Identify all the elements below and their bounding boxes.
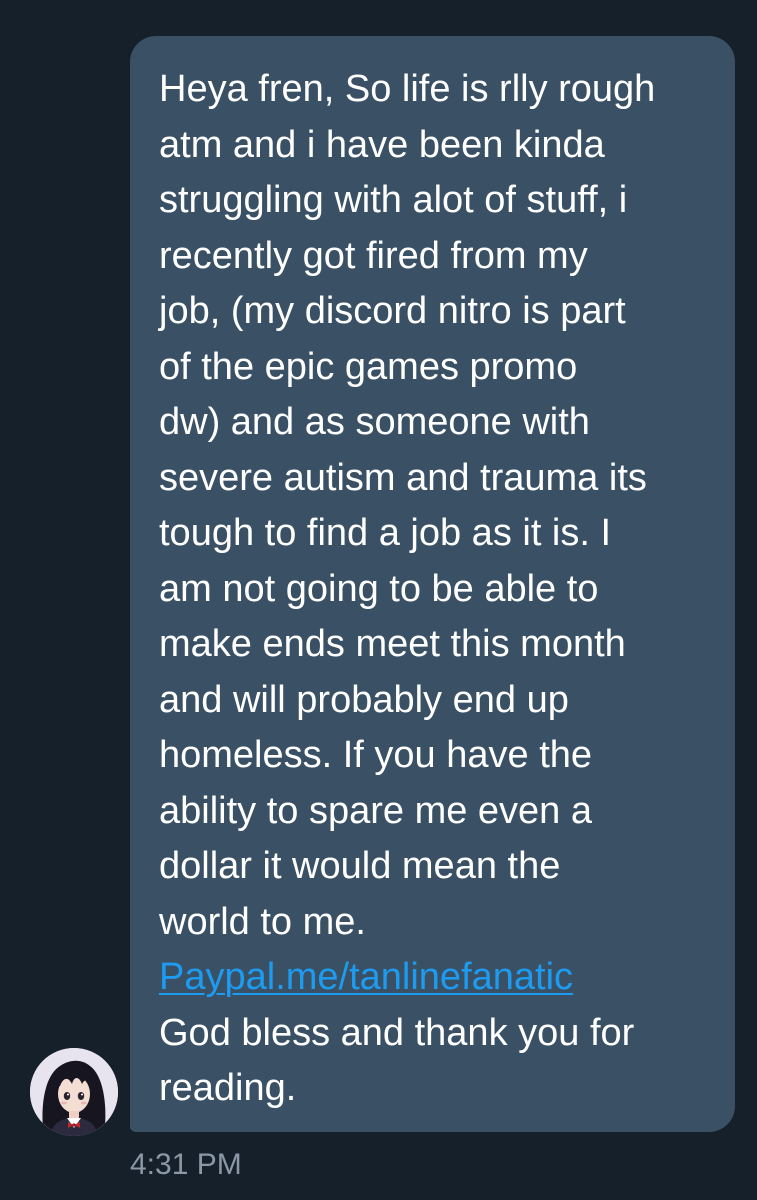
message-line: reading. (159, 1067, 297, 1109)
message-line: severe autism and trauma its (159, 456, 647, 499)
paypal-link[interactable]: Paypal.me/tanlinefanatic (159, 956, 573, 998)
message-line: make ends meet this month (159, 623, 626, 665)
message-line: am not going to be able to (159, 567, 599, 610)
message-line: tough to find a job as it is. I (159, 512, 612, 554)
message-bubble[interactable]: Heya fren, So life is rlly rough atm and… (130, 36, 735, 1132)
message-line: world to me. (159, 900, 366, 943)
message-line: atm and i have been kinda (159, 123, 605, 166)
message-line: dw) and as someone with (159, 401, 590, 443)
message-line: of the epic games promo (159, 345, 578, 388)
message-timestamp: 4:31 PM (130, 1148, 242, 1181)
message-line: homeless. If you have the (159, 734, 593, 776)
message-line: and will probably end up (159, 678, 569, 721)
message-line: dollar it would mean the (159, 845, 561, 887)
sender-avatar[interactable] (30, 1048, 118, 1136)
message-line: recently got fired from my (159, 234, 588, 277)
message-line: Heya fren, So life is rlly rough (159, 68, 656, 110)
anime-character-avatar-icon (30, 1048, 118, 1136)
message-line: God bless and thank you for (159, 1011, 635, 1054)
message-line: job, (my discord nitro is part (159, 290, 626, 332)
message-line: struggling with alot of stuff, i (159, 179, 628, 221)
message-line: ability to spare me even a (159, 789, 593, 832)
